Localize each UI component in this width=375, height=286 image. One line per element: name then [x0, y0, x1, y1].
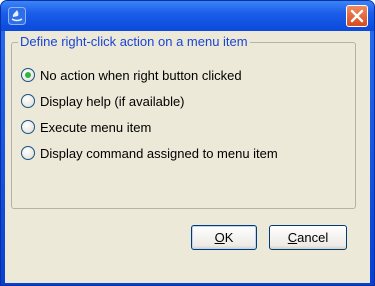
radio-no-action[interactable]: No action when right button clicked	[21, 65, 242, 85]
radio-button[interactable]	[21, 146, 35, 160]
radio-button[interactable]	[21, 94, 35, 108]
radio-label: Execute menu item	[40, 119, 152, 135]
close-button[interactable]	[346, 5, 368, 27]
radio-display-help[interactable]: Display help (if available)	[21, 91, 185, 111]
title-bar[interactable]	[1, 1, 374, 31]
ok-mnemonic: O	[214, 230, 225, 245]
radio-execute-menu-item[interactable]: Execute menu item	[21, 117, 151, 137]
radio-label: Display help (if available)	[40, 93, 185, 109]
radio-label: Display command assigned to menu item	[40, 145, 278, 161]
cancel-mnemonic: C	[287, 230, 298, 245]
cancel-button[interactable]: Cancel	[269, 225, 347, 250]
group-legend: Define right-click action on a menu item	[18, 34, 250, 50]
ok-button[interactable]: OK	[191, 225, 257, 250]
close-icon	[350, 9, 364, 23]
radio-display-command[interactable]: Display command assigned to menu item	[21, 143, 278, 163]
dialog-window: Define right-click action on a menu item…	[0, 0, 375, 286]
right-click-action-group: Define right-click action on a menu item…	[11, 34, 356, 209]
radio-label: No action when right button clicked	[40, 67, 242, 83]
ok-label-rest: K	[224, 230, 234, 245]
radio-button-checked[interactable]	[21, 68, 35, 82]
java-app-icon	[8, 7, 26, 25]
cancel-label-rest: ancel	[297, 230, 329, 245]
radio-button[interactable]	[21, 120, 35, 134]
